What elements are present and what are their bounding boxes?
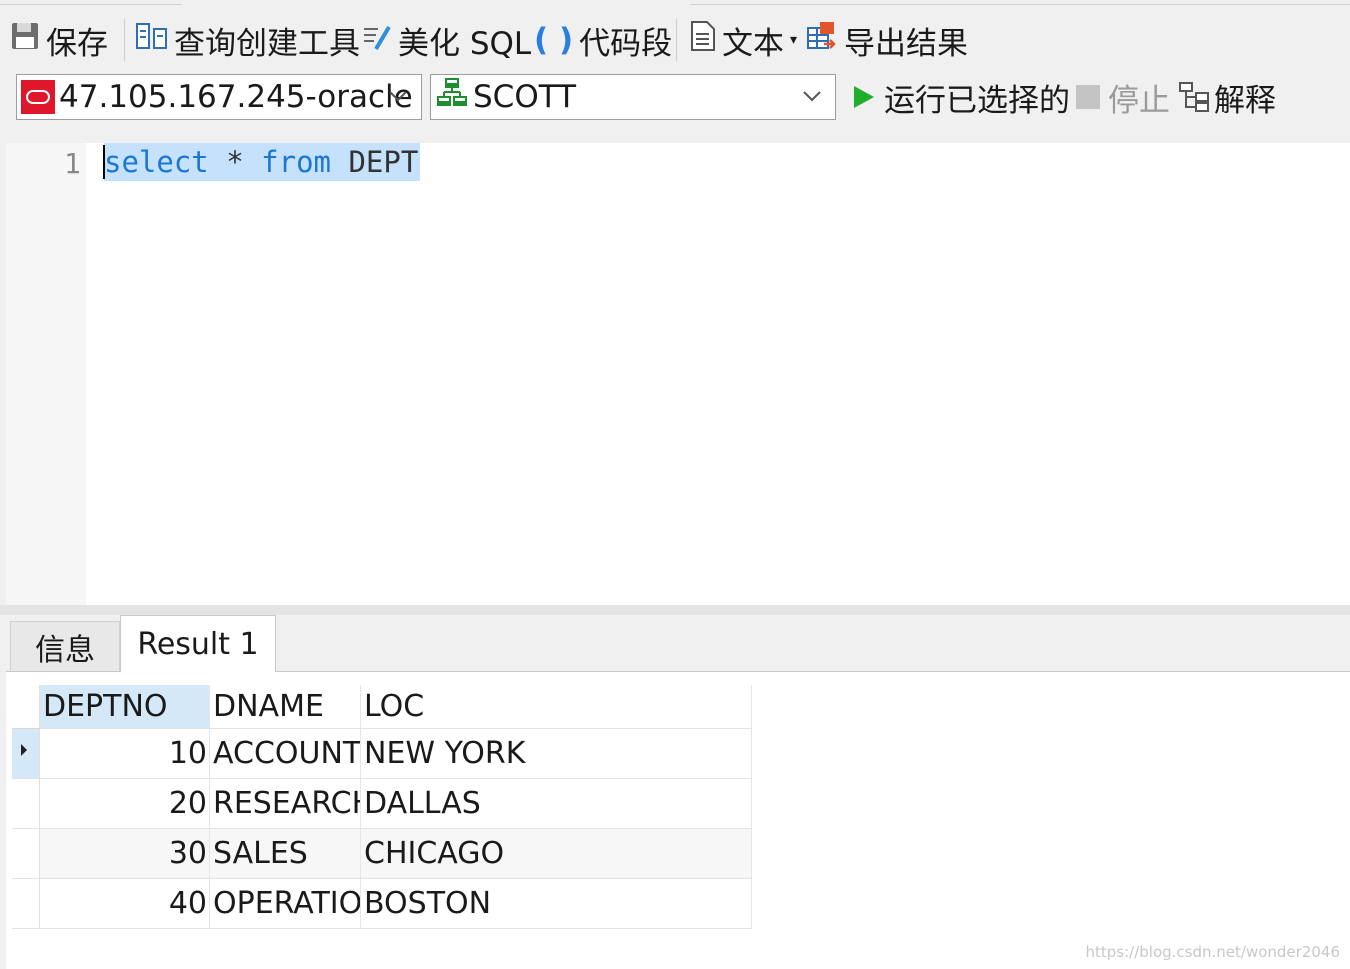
schema-select[interactable]: SCOTT [430, 74, 836, 120]
text-button[interactable]: 文本 ▾ [690, 14, 797, 66]
main-toolbar: 保存 查询创建工具 美化 SQL ( ) 代码段 文本 ▾ 导出结果 [0, 14, 1350, 66]
stop-label: 停止 [1108, 82, 1170, 119]
cell-dname[interactable]: ACCOUNTING [210, 729, 361, 779]
beautify-icon [362, 21, 392, 59]
window-top-border-left [0, 0, 182, 5]
operator-star: * [208, 145, 262, 179]
column-header-loc[interactable]: LOC [361, 685, 752, 729]
code-snippet-button[interactable]: ( ) 代码段 [534, 14, 672, 66]
cell-deptno[interactable]: 10 [40, 729, 210, 779]
play-icon [854, 86, 874, 108]
sql-editor[interactable]: 1 select * from DEPT [6, 143, 1350, 605]
toolbar-separator [676, 18, 677, 62]
row-indicator[interactable] [12, 829, 40, 879]
header-corner [12, 685, 40, 729]
cell-dname[interactable]: OPERATIONS [210, 879, 361, 929]
line-number-gutter: 1 [6, 143, 86, 605]
table-row[interactable]: 40 OPERATIONS BOSTON [12, 879, 752, 929]
oracle-logo-icon [21, 80, 55, 114]
cell-dname[interactable]: RESEARCH [210, 779, 361, 829]
export-results-label: 导出结果 [844, 25, 968, 62]
cell-loc[interactable]: CHICAGO [361, 829, 752, 879]
row-indicator[interactable] [12, 879, 40, 929]
tab-result-1[interactable]: Result 1 [120, 615, 276, 672]
keyword-from: from [261, 145, 331, 179]
table-row[interactable]: 30 SALES CHICAGO [12, 829, 752, 879]
save-label: 保存 [46, 25, 108, 62]
results-tabs: 信息 Result 1 [6, 615, 1350, 672]
query-builder-label: 查询创建工具 [174, 25, 360, 62]
connection-select[interactable]: 47.105.167.245-oracle [16, 74, 422, 120]
beautify-sql-button[interactable]: 美化 SQL [362, 14, 531, 66]
tab-info[interactable]: 信息 [10, 621, 120, 671]
cell-deptno[interactable]: 30 [40, 829, 210, 879]
run-selected-button[interactable]: 运行已选择的 [850, 74, 1070, 120]
row-indicator[interactable] [12, 779, 40, 829]
snippet-braces-icon: ( ) [534, 22, 574, 58]
column-header-deptno[interactable]: DEPTNO [40, 685, 210, 729]
column-header-dname[interactable]: DNAME [210, 685, 361, 729]
watermark-text: https://blog.csdn.net/wonder2046 [1085, 943, 1341, 961]
explain-button[interactable]: 解释 [1178, 74, 1276, 120]
text-caret [103, 145, 105, 179]
explain-tree-icon [1179, 82, 1209, 112]
cell-loc[interactable]: BOSTON [361, 879, 752, 929]
save-icon [10, 21, 40, 59]
export-results-button[interactable]: 导出结果 [806, 14, 968, 66]
explain-label: 解释 [1214, 82, 1276, 119]
chevron-down-icon [389, 91, 407, 102]
export-table-icon [806, 20, 838, 60]
table-row[interactable]: 10 ACCOUNTING NEW YORK [12, 729, 752, 779]
stop-icon [1076, 85, 1100, 109]
code-snippet-label: 代码段 [579, 25, 673, 62]
cell-loc[interactable]: DALLAS [361, 779, 752, 829]
window-top-border-right [690, 0, 1350, 5]
beautify-sql-label: 美化 SQL [398, 25, 532, 62]
text-label: 文本 [722, 25, 784, 62]
query-builder-button[interactable]: 查询创建工具 [136, 14, 360, 66]
results-panel: 信息 Result 1 DEPTNO DNAME LOC 10 ACCOUNTI… [6, 615, 1350, 969]
query-builder-icon [136, 21, 168, 59]
line-number: 1 [64, 147, 81, 180]
row-indicator[interactable] [12, 729, 40, 779]
schema-icon [435, 76, 469, 118]
chevron-down-icon [803, 91, 821, 102]
current-row-arrow-icon [21, 744, 27, 756]
save-button[interactable]: 保存 [10, 14, 108, 66]
toolbar-separator [124, 18, 125, 62]
text-dropdown-icon[interactable]: ▾ [790, 32, 797, 48]
grid-header-row: DEPTNO DNAME LOC [12, 685, 752, 735]
cell-dname[interactable]: SALES [210, 829, 361, 879]
sql-code-line[interactable]: select * from DEPT [104, 143, 421, 181]
cell-deptno[interactable]: 20 [40, 779, 210, 829]
editor-results-splitter[interactable] [0, 605, 1350, 615]
table-row[interactable]: 20 RESEARCH DALLAS [12, 779, 752, 829]
schema-name: SCOTT [473, 79, 577, 115]
cell-loc[interactable]: NEW YORK [361, 729, 752, 779]
stop-button[interactable]: 停止 [1076, 74, 1170, 120]
keyword-select: select [104, 145, 209, 179]
connection-name: 47.105.167.245-oracle [59, 79, 413, 115]
cell-deptno[interactable]: 40 [40, 879, 210, 929]
table-name: DEPT [331, 145, 419, 179]
text-document-icon [690, 20, 716, 60]
run-selected-label: 运行已选择的 [884, 82, 1070, 119]
